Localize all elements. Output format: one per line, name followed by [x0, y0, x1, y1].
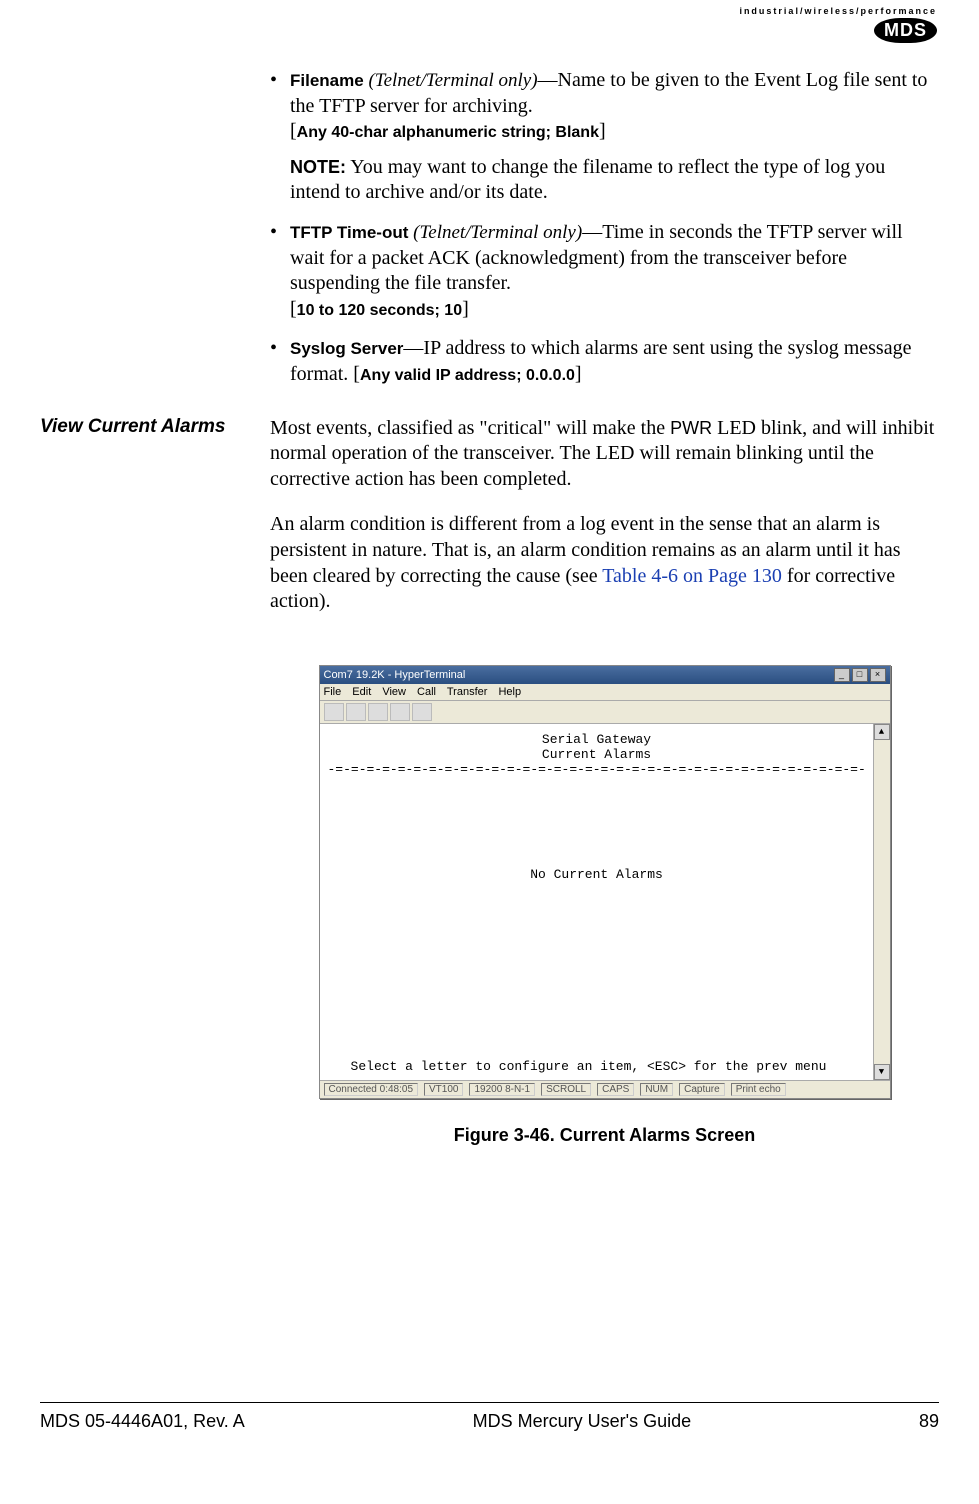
- param-term: TFTP Time-out: [290, 223, 408, 242]
- body-paragraph: Most events, classified as "critical" wi…: [270, 416, 939, 493]
- minimize-icon: _: [834, 668, 850, 682]
- list-item: TFTP Time-out (Telnet/Terminal only)—Tim…: [270, 220, 939, 322]
- param-term: Syslog Server: [290, 339, 403, 358]
- terminal-message: No Current Alarms: [328, 867, 866, 882]
- menu-item: Transfer: [447, 686, 488, 698]
- window-title: Com7 19.2K - HyperTerminal: [324, 669, 466, 681]
- note-label: NOTE:: [290, 157, 346, 177]
- footer-left: MDS 05-4446A01, Rev. A: [40, 1411, 245, 1432]
- scrollbar: ▲ ▼: [873, 724, 890, 1080]
- status-cell: 19200 8-N-1: [469, 1083, 535, 1096]
- menu-item: Help: [498, 686, 521, 698]
- menu-item: View: [382, 686, 406, 698]
- param-note: NOTE: You may want to change the filenam…: [290, 155, 939, 206]
- param-constraint: 10 to 120 seconds; 10: [297, 302, 462, 319]
- toolbar-button-icon: [324, 703, 344, 721]
- status-bar: Connected 0:48:05 VT100 19200 8-N-1 SCRO…: [320, 1080, 890, 1098]
- status-cell: Capture: [679, 1083, 725, 1096]
- scroll-up-icon: ▲: [874, 724, 890, 740]
- scroll-down-icon: ▼: [874, 1064, 890, 1080]
- cross-reference-link[interactable]: Table 4-6 on Page 130: [602, 565, 782, 587]
- terminal-heading: Serial Gateway Current Alarms: [328, 732, 866, 762]
- list-item: Syslog Server—IP address to which alarms…: [270, 336, 939, 387]
- menu-bar: File Edit View Call Transfer Help: [320, 684, 890, 701]
- status-cell: NUM: [640, 1083, 673, 1096]
- param-qualifier: (Telnet/Terminal only): [408, 222, 582, 243]
- pwr-led-label: PWR: [670, 418, 712, 438]
- status-cell: SCROLL: [541, 1083, 591, 1096]
- menu-item: Call: [417, 686, 436, 698]
- maximize-icon: □: [852, 668, 868, 682]
- note-text: You may want to change the filename to r…: [290, 156, 885, 204]
- toolbar-button-icon: [368, 703, 388, 721]
- menu-item: Edit: [352, 686, 371, 698]
- terminal-rule: -=-=-=-=-=-=-=-=-=-=-=-=-=-=-=-=-=-=-=-=…: [328, 762, 866, 777]
- param-constraint: Any valid IP address; 0.0.0.0: [360, 367, 575, 384]
- toolbar-button-icon: [390, 703, 410, 721]
- status-cell: Print echo: [731, 1083, 786, 1096]
- terminal-hint: Select a letter to configure an item, <E…: [320, 1059, 858, 1074]
- parameter-list: Filename (Telnet/Terminal only)—Name to …: [270, 68, 939, 388]
- brand-logo: industrial/wireless/performance MDS: [739, 6, 937, 43]
- close-icon: ×: [870, 668, 886, 682]
- toolbar-button-icon: [412, 703, 432, 721]
- body-paragraph: An alarm condition is different from a l…: [270, 512, 939, 614]
- figure-caption: Figure 3-46. Current Alarms Screen: [270, 1125, 939, 1146]
- toolbar-button-icon: [346, 703, 366, 721]
- menu-item: File: [324, 686, 342, 698]
- status-cell: Connected 0:48:05: [324, 1083, 419, 1096]
- param-desc-tail: ]: [575, 363, 582, 385]
- status-cell: CAPS: [597, 1083, 634, 1096]
- toolbar: [320, 701, 890, 724]
- brand-badge: MDS: [874, 18, 937, 43]
- terminal-body: Serial Gateway Current Alarms -=-=-=-=-=…: [320, 724, 890, 1080]
- param-term: Filename: [290, 71, 364, 90]
- terminal-screenshot: Com7 19.2K - HyperTerminal _ □ × File Ed…: [319, 665, 891, 1099]
- window-titlebar: Com7 19.2K - HyperTerminal _ □ ×: [320, 666, 890, 684]
- status-cell: VT100: [424, 1083, 463, 1096]
- para-text: Most events, classified as "critical" wi…: [270, 417, 670, 439]
- brand-tagline: industrial/wireless/performance: [739, 6, 937, 16]
- footer-page-number: 89: [919, 1411, 939, 1432]
- footer-center: MDS Mercury User's Guide: [473, 1411, 691, 1432]
- list-item: Filename (Telnet/Terminal only)—Name to …: [270, 68, 939, 206]
- page-footer: MDS 05-4446A01, Rev. A MDS Mercury User'…: [40, 1402, 939, 1432]
- param-constraint: Any 40-char alphanumeric string; Blank: [297, 124, 599, 141]
- section-heading: View Current Alarms: [40, 416, 240, 635]
- param-qualifier: (Telnet/Terminal only): [364, 70, 538, 91]
